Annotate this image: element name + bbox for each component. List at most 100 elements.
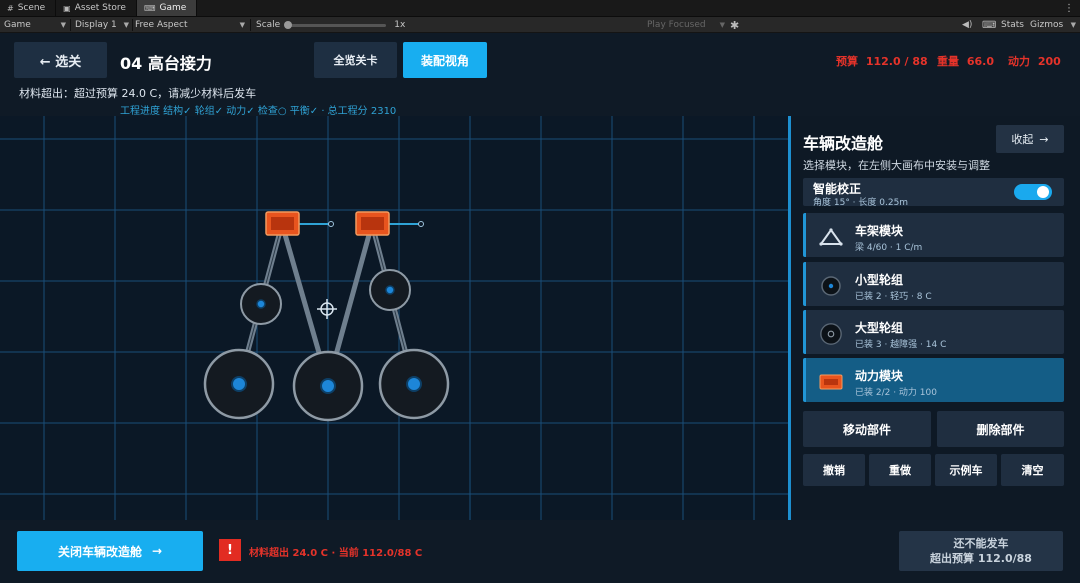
editor-tab-strip: # Scene ▣ Asset Store ⌨ Game ⋮ bbox=[0, 0, 1080, 17]
aspect-dropdown-label: Free Aspect bbox=[135, 20, 188, 30]
chevron-down-icon: ▼ bbox=[239, 21, 245, 29]
assembly-view-button[interactable]: 装配视角 bbox=[403, 42, 487, 78]
small-wheel[interactable] bbox=[369, 269, 411, 311]
view-dropdown[interactable]: Game ▼ bbox=[4, 17, 66, 33]
grid-icon: # bbox=[7, 3, 14, 13]
toolbar-divider bbox=[250, 19, 251, 31]
motor-module[interactable] bbox=[265, 211, 300, 236]
tab-asset-store[interactable]: ▣ Asset Store bbox=[56, 0, 137, 16]
build-canvas-svg[interactable] bbox=[0, 116, 790, 520]
chevron-down-icon: ▼ bbox=[1070, 21, 1076, 29]
weight-label: 重量 bbox=[937, 55, 959, 68]
bottom-bar: 关闭车辆改造舱 → ! 材料超出 24.0 C · 当前 112.0/88 C … bbox=[0, 520, 1080, 583]
weight-value: 66.0 bbox=[966, 55, 994, 68]
smart-align-card: 智能校正 角度 15° · 长度 0.25m bbox=[803, 178, 1064, 208]
module-card-large-wheel[interactable]: 大型轮组 已装 3 · 越障强 · 14 C bbox=[803, 310, 1064, 354]
delete-part-button[interactable]: 删除部件 bbox=[937, 411, 1064, 447]
gamepad-icon: ⌨ bbox=[143, 3, 156, 13]
clear-button[interactable]: 清空 bbox=[1001, 454, 1064, 486]
module-detail: 已装 2/2 · 动力 100 bbox=[855, 388, 937, 398]
scale-slider[interactable] bbox=[284, 20, 387, 29]
toolbar-divider bbox=[70, 19, 71, 31]
display-dropdown-label: Display 1 bbox=[75, 20, 117, 30]
gizmos-label: Gizmos bbox=[1030, 20, 1064, 30]
chevron-down-icon: ▼ bbox=[719, 21, 725, 29]
overview-button[interactable]: 全览关卡 bbox=[314, 42, 397, 78]
module-card-frame[interactable]: 车架模块 梁 4/60 · 1 C/m bbox=[803, 213, 1064, 257]
launch-button[interactable]: 还不能发车 超出预算 112.0/88 bbox=[899, 531, 1063, 571]
redo-button[interactable]: 重做 bbox=[869, 454, 931, 486]
panel-title: 车辆改造舱 bbox=[803, 134, 884, 153]
alert-message: 材料超出 24.0 C · 当前 112.0/88 C bbox=[249, 548, 423, 559]
module-detail: 梁 4/60 · 1 C/m bbox=[855, 243, 923, 253]
example-vehicle-button[interactable]: 示例车 bbox=[935, 454, 997, 486]
module-title: 车架模块 bbox=[855, 224, 904, 238]
level-title: 04 高台接力 bbox=[120, 54, 212, 73]
chevron-down-icon: ▼ bbox=[60, 21, 66, 29]
bug-icon[interactable]: ✱ bbox=[730, 17, 739, 33]
panel-subtitle: 选择模块，在左侧大画布中安装与调整 bbox=[803, 159, 990, 172]
motor-module[interactable] bbox=[355, 211, 390, 236]
more-options-icon[interactable]: ⋮ bbox=[1058, 0, 1080, 16]
scale-slider-handle[interactable] bbox=[284, 20, 293, 29]
large-wheel[interactable] bbox=[378, 348, 450, 420]
build-canvas[interactable] bbox=[0, 116, 790, 520]
collapse-panel-button[interactable]: 收起 → bbox=[996, 125, 1064, 153]
gizmos-dropdown[interactable]: Gizmos ▼ bbox=[1030, 17, 1076, 33]
bag-icon: ▣ bbox=[63, 3, 71, 13]
smart-align-toggle[interactable] bbox=[1014, 184, 1052, 200]
small-wheel-icon bbox=[819, 274, 843, 298]
scale-label: Scale bbox=[256, 20, 281, 30]
close-modification-bay-button[interactable]: 关闭车辆改造舱 → bbox=[17, 531, 203, 571]
play-mode-dropdown[interactable]: Play Focused ▼ bbox=[647, 17, 725, 33]
scale-value: 1x bbox=[394, 20, 406, 30]
tab-scene-label: Scene bbox=[17, 3, 46, 13]
frame-triangle-icon bbox=[819, 225, 843, 249]
toggle-knob bbox=[1037, 186, 1049, 198]
collapse-label: 收起 bbox=[1011, 133, 1034, 146]
audio-mute-icon[interactable]: ◀) bbox=[962, 17, 972, 33]
play-mode-label: Play Focused bbox=[647, 20, 706, 30]
module-detail: 已装 2 · 轻巧 · 8 C bbox=[855, 292, 932, 302]
arrow-right-icon: → bbox=[1039, 132, 1049, 146]
stats-toggle[interactable]: Stats bbox=[1001, 17, 1024, 33]
back-to-level-select-button[interactable]: ← 选关 bbox=[14, 42, 107, 78]
module-card-small-wheel[interactable]: 小型轮组 已装 2 · 轻巧 · 8 C bbox=[803, 262, 1064, 306]
axle-endpoint[interactable] bbox=[418, 221, 424, 227]
move-part-button[interactable]: 移动部件 bbox=[803, 411, 931, 447]
weight-stat: 重量 66.0 bbox=[937, 53, 994, 69]
module-detail: 已装 3 · 越障强 · 14 C bbox=[855, 340, 947, 350]
tab-game-label: Game bbox=[159, 3, 187, 13]
arrow-right-icon: → bbox=[151, 544, 163, 558]
budget-label: 预算 bbox=[836, 55, 858, 68]
module-card-motor[interactable]: 动力模块 已装 2/2 · 动力 100 bbox=[803, 358, 1064, 402]
large-wheel[interactable] bbox=[203, 348, 275, 420]
scale-control: Scale 1x bbox=[256, 17, 405, 33]
large-wheel[interactable] bbox=[292, 350, 364, 422]
game-view-toolbar: Game ▼ Display 1 ▼ Free Aspect ▼ Scale 1… bbox=[0, 17, 1080, 33]
motor-module-icon bbox=[819, 370, 843, 394]
chevron-down-icon: ▼ bbox=[123, 21, 129, 29]
budget-stat: 预算 112.0 / 88 bbox=[836, 53, 928, 69]
alert-icon: ! bbox=[219, 539, 241, 561]
toolbar-divider bbox=[132, 19, 133, 31]
display-dropdown[interactable]: Display 1 ▼ bbox=[75, 17, 129, 33]
module-title: 动力模块 bbox=[855, 369, 904, 383]
tab-scene[interactable]: # Scene bbox=[0, 0, 57, 16]
aspect-dropdown[interactable]: Free Aspect ▼ bbox=[135, 17, 245, 33]
module-title: 大型轮组 bbox=[855, 321, 904, 335]
close-button-label: 关闭车辆改造舱 bbox=[57, 544, 142, 559]
small-wheel[interactable] bbox=[240, 283, 282, 325]
undo-button[interactable]: 撤销 bbox=[803, 454, 865, 486]
tab-game[interactable]: ⌨ Game bbox=[136, 0, 198, 16]
axle-endpoint[interactable] bbox=[328, 221, 334, 227]
crosshair-cursor-icon bbox=[317, 299, 337, 319]
engineering-progress: 工程进度 结构✓ 轮组✓ 动力✓ 检查○ 平衡✓ · 总工程分 2310 bbox=[120, 106, 397, 117]
view-dropdown-label: Game bbox=[4, 20, 31, 30]
keyboard-icon[interactable]: ⌨ bbox=[982, 17, 996, 33]
module-title: 小型轮组 bbox=[855, 273, 904, 287]
budget-warning-text: 材料超出：超过预算 24.0 C，请减少材料后发车 bbox=[19, 87, 257, 100]
stats-label: Stats bbox=[1001, 20, 1024, 30]
budget-value: 112.0 / 88 bbox=[865, 55, 928, 68]
launch-status: 还不能发车 bbox=[953, 537, 1009, 550]
